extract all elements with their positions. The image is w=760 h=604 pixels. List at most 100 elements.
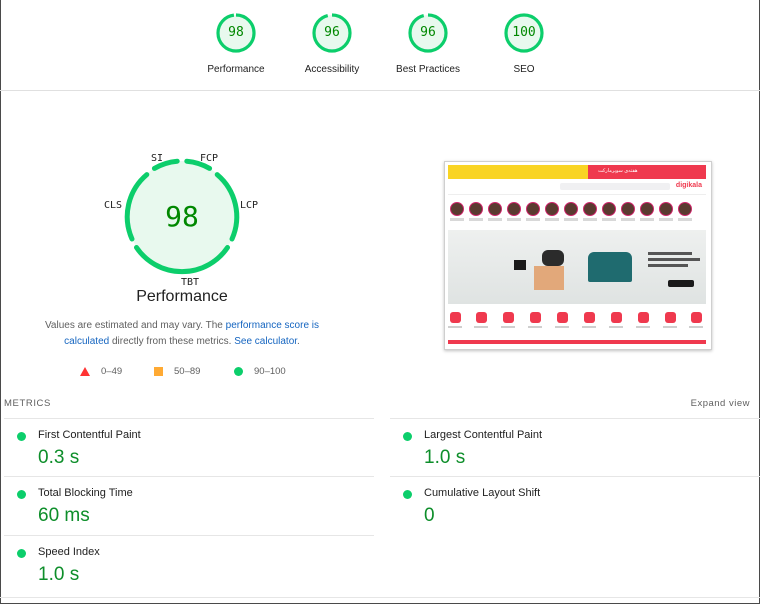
gauge-accessibility[interactable]: 96 Accessibility — [284, 12, 380, 75]
metric-value: 1.0 s — [424, 447, 466, 468]
thumb-app-icon — [665, 312, 676, 323]
thumb-banner-text — [648, 252, 700, 276]
metric-name: First Contentful Paint — [38, 429, 141, 441]
metric-name: Cumulative Layout Shift — [424, 487, 541, 499]
legend-fail: 0–49 — [80, 366, 122, 377]
thumb-app-caption — [689, 326, 703, 328]
thumb-promo-text: هفته‌ی سوپرمارکت — [598, 168, 638, 174]
thumb-sofa — [588, 252, 632, 282]
thumb-header: digikala — [448, 179, 706, 195]
metric-label-si: SI — [151, 153, 164, 164]
see-calculator-link[interactable]: See calculator — [234, 336, 297, 347]
gauge-label: Best Practices — [396, 64, 460, 75]
fail-triangle-icon — [80, 367, 90, 376]
note-middle: directly from these metrics. — [109, 336, 235, 347]
thumb-promo-yellow — [448, 165, 588, 179]
thumb-story — [564, 202, 578, 216]
thumb-app-icon — [530, 312, 541, 323]
gauge-ring: 98 — [215, 12, 257, 54]
thumb-story — [488, 202, 502, 216]
thumb-banner-button — [668, 280, 694, 287]
thumb-app-caption — [474, 326, 488, 328]
thumb-story-caption — [450, 218, 464, 221]
note-prefix: Values are estimated and may vary. The — [44, 320, 226, 331]
thumb-story-caption — [678, 218, 692, 221]
thumb-story-caption — [526, 218, 540, 221]
thumb-app-caption — [528, 326, 542, 328]
thumb-story-caption — [488, 218, 502, 221]
pass-circle-icon — [17, 432, 26, 441]
gauge-ring: 96 — [407, 12, 449, 54]
expand-view-toggle[interactable]: Expand view — [691, 398, 750, 409]
thumb-story — [659, 202, 673, 216]
thumb-app-caption — [609, 326, 623, 328]
gauge-score: 96 — [324, 25, 340, 40]
thumb-app-icon — [503, 312, 514, 323]
gauge-score: 96 — [420, 25, 436, 40]
pass-circle-icon — [234, 367, 243, 376]
thumb-search-bar — [560, 183, 670, 190]
thumb-story — [469, 202, 483, 216]
thumb-story — [507, 202, 521, 216]
thumb-lamp — [514, 260, 526, 270]
gauge-label: SEO — [513, 64, 535, 75]
thumb-story — [526, 202, 540, 216]
thumb-app-caption — [555, 326, 569, 328]
gauge-performance[interactable]: 98 Performance — [188, 12, 284, 75]
pass-circle-icon — [403, 490, 412, 499]
thumb-story — [640, 202, 654, 216]
thumb-story — [678, 202, 692, 216]
gauge-best-practices[interactable]: 96 Best Practices — [380, 12, 476, 75]
thumb-story — [583, 202, 597, 216]
thumb-story-caption — [621, 218, 635, 221]
thumb-app-caption — [448, 326, 462, 328]
gauge-label: Accessibility — [304, 64, 360, 75]
thumb-speaker — [542, 250, 564, 266]
thumb-app-icon — [557, 312, 568, 323]
legend-average-label: 50–89 — [174, 366, 201, 377]
metric-name: Largest Contentful Paint — [424, 429, 543, 441]
average-square-icon — [154, 367, 163, 376]
metric-name: Total Blocking Time — [38, 487, 133, 499]
gauge-seo[interactable]: 100 SEO — [476, 12, 572, 75]
thumb-hero-banner — [448, 230, 706, 304]
thumb-story-caption — [602, 218, 616, 221]
section-divider — [0, 597, 760, 598]
performance-score: 98 — [165, 200, 199, 233]
thumb-story-caption — [469, 218, 483, 221]
thumb-story-caption — [659, 218, 673, 221]
metric-si: Speed Index 1.0 s — [4, 535, 374, 593]
metric-value: 1.0 s — [38, 564, 80, 585]
thumb-app-caption — [663, 326, 677, 328]
pass-circle-icon — [17, 549, 26, 558]
legend-pass: 90–100 — [234, 366, 286, 377]
gauge-score: 98 — [228, 25, 244, 40]
thumb-story-caption — [640, 218, 654, 221]
metric-cls: Cumulative Layout Shift 0 — [390, 476, 760, 534]
metric-fcp: First Contentful Paint 0.3 s — [4, 418, 374, 476]
performance-title: Performance — [136, 288, 228, 305]
thumb-app-caption — [636, 326, 650, 328]
thumb-logo: digikala — [675, 182, 702, 189]
metric-label-lcp: LCP — [240, 200, 259, 211]
thumb-story — [602, 202, 616, 216]
metric-value: 0.3 s — [38, 447, 80, 468]
thumb-app-icon — [584, 312, 595, 323]
metric-label-fcp: FCP — [200, 153, 219, 164]
category-gauges: 98 Performance 96 Accessibility 96 Best … — [0, 0, 760, 91]
gauge-score: 100 — [512, 25, 536, 40]
thumb-app-icon — [611, 312, 622, 323]
thumb-app-icon — [450, 312, 461, 323]
metric-lcp: Largest Contentful Paint 1.0 s — [390, 418, 760, 476]
thumb-story-caption — [583, 218, 597, 221]
thumb-story-caption — [564, 218, 578, 221]
score-note: Values are estimated and may vary. The p… — [32, 318, 332, 350]
metric-label-cls: CLS — [104, 200, 123, 211]
thumb-app-caption — [501, 326, 515, 328]
thumb-app-icon — [691, 312, 702, 323]
metric-value: 0 — [424, 505, 435, 526]
gauge-ring: 100 — [503, 12, 545, 54]
pass-circle-icon — [403, 432, 412, 441]
final-screenshot-thumbnail[interactable]: هفته‌ی سوپرمارکت digikala — [444, 161, 712, 350]
gauge-label: Performance — [207, 64, 265, 75]
